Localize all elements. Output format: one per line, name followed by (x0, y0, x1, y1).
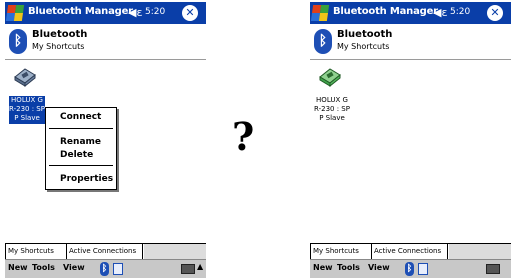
device-shortcut-label[interactable]: HOLUX GR-230 : SPP Slave (314, 96, 350, 123)
bluetooth-icon[interactable]: ᛒ (405, 262, 414, 276)
document-icon[interactable] (418, 263, 428, 275)
gps-device-icon[interactable] (13, 65, 37, 87)
menu-new[interactable]: New (313, 263, 333, 272)
bluetooth-icon[interactable]: ᛒ (100, 262, 109, 276)
header-subtitle: My Shortcuts (32, 42, 85, 51)
speaker-icon[interactable]: ◀ε (433, 6, 447, 19)
clock[interactable]: 5:20 (145, 7, 165, 17)
device-shortcut-label[interactable]: HOLUX GR-230 : SPP Slave (9, 96, 45, 124)
input-arrow-icon[interactable]: ▲ (197, 262, 203, 271)
tab-strip: My Shortcuts Active Connections (310, 243, 511, 259)
speaker-icon[interactable]: ◀ε (128, 6, 142, 19)
tab-strip-filler (144, 244, 206, 259)
gps-device-connected-icon[interactable] (318, 65, 342, 87)
clock[interactable]: 5:20 (450, 7, 470, 17)
tab-strip: My Shortcuts Active Connections (5, 243, 206, 259)
tab-my-shortcuts[interactable]: My Shortcuts (5, 244, 67, 259)
pocketpc-screen-right: Bluetooth Manager ◀ε 5:20 ✕ ᛒ Bluetooth … (310, 2, 511, 278)
menu-view[interactable]: View (63, 263, 85, 272)
shortcuts-area: HOLUX GR-230 : SPP Slave Connect Rename … (5, 61, 206, 242)
pocketpc-screen-left: Bluetooth Manager ◀ε 5:20 ✕ ᛒ Bluetooth … (5, 2, 206, 278)
close-button[interactable]: ✕ (487, 5, 503, 21)
menu-separator (49, 165, 113, 166)
bluetooth-icon: ᛒ (314, 29, 332, 54)
tab-active-connections[interactable]: Active Connections (372, 244, 448, 259)
document-icon[interactable] (113, 263, 123, 275)
tab-strip-filler (449, 244, 511, 259)
menu-item-delete[interactable]: Delete (46, 150, 116, 160)
menu-new[interactable]: New (8, 263, 28, 272)
menu-view[interactable]: View (368, 263, 390, 272)
tab-my-shortcuts[interactable]: My Shortcuts (310, 244, 372, 259)
menu-item-rename[interactable]: Rename (46, 137, 116, 147)
menu-bar: New Tools View ᛒ ▲ (5, 259, 206, 278)
close-button[interactable]: ✕ (182, 5, 198, 21)
app-header: ᛒ Bluetooth My Shortcuts (5, 24, 206, 60)
menu-bar: New Tools View ᛒ (310, 259, 511, 278)
tab-active-connections[interactable]: Active Connections (67, 244, 143, 259)
question-mark: ? (232, 114, 255, 159)
windows-start-icon[interactable] (310, 5, 330, 21)
header-subtitle: My Shortcuts (337, 42, 390, 51)
keyboard-icon[interactable] (181, 264, 195, 274)
header-title: Bluetooth (337, 29, 393, 40)
menu-item-properties[interactable]: Properties (46, 174, 116, 184)
menu-item-connect[interactable]: Connect (46, 112, 116, 122)
window-title: Bluetooth Manager (333, 6, 438, 17)
context-menu: Connect Rename Delete Properties (45, 107, 117, 190)
title-bar: Bluetooth Manager ◀ε 5:20 ✕ (5, 2, 206, 24)
title-bar: Bluetooth Manager ◀ε 5:20 ✕ (310, 2, 511, 24)
menu-tools[interactable]: Tools (32, 263, 55, 272)
windows-start-icon[interactable] (5, 5, 25, 21)
bluetooth-icon: ᛒ (9, 29, 27, 54)
menu-tools[interactable]: Tools (337, 263, 360, 272)
window-title: Bluetooth Manager (28, 6, 133, 17)
app-header: ᛒ Bluetooth My Shortcuts (310, 24, 511, 60)
shortcuts-area: HOLUX GR-230 : SPP Slave (310, 61, 511, 242)
header-title: Bluetooth (32, 29, 88, 40)
menu-separator (49, 128, 113, 129)
keyboard-icon[interactable] (486, 264, 500, 274)
